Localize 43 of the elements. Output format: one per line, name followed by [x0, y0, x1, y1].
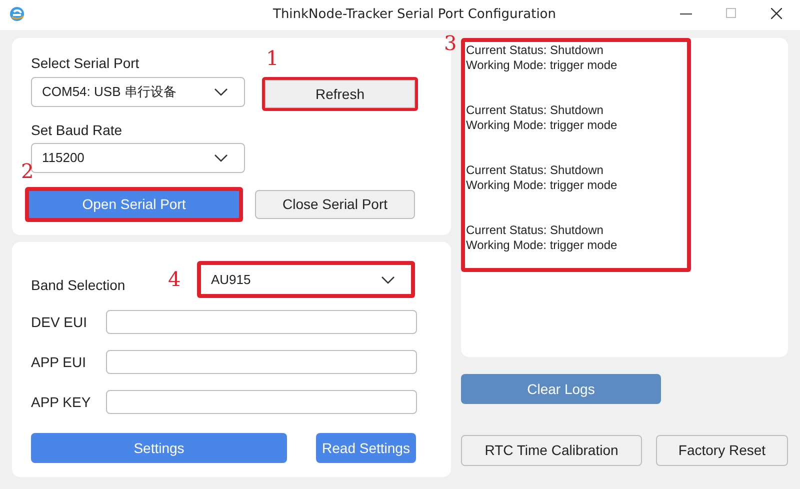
- field-label: APP KEY: [31, 392, 92, 412]
- rtc-time-calibration-button[interactable]: RTC Time Calibration: [461, 435, 642, 466]
- log-line: Current Status: Shutdown: [466, 103, 604, 118]
- chevron-down-icon: [214, 154, 228, 162]
- settings-button[interactable]: Settings: [31, 433, 287, 463]
- clear-logs-button[interactable]: Clear Logs: [461, 374, 661, 404]
- log-line: Working Mode: trigger mode: [466, 178, 618, 193]
- serial-port-dropdown[interactable]: COM54: USB 串行设备: [31, 77, 245, 107]
- log-line: Working Mode: trigger mode: [466, 58, 618, 73]
- input-field[interactable]: [106, 310, 417, 334]
- log-line: Current Status: Shutdown: [466, 223, 604, 238]
- window-title: ThinkNode-Tracker Serial Port Configuration: [273, 6, 556, 24]
- close-icon[interactable]: [771, 8, 782, 19]
- selected-value: COM54: USB 串行设备: [42, 83, 176, 102]
- close-serial-port-button[interactable]: Close Serial Port: [255, 190, 415, 219]
- callout-number: 1: [266, 48, 279, 68]
- open-serial-port-button[interactable]: Open Serial Port: [29, 191, 239, 218]
- callout-number: 2: [21, 161, 34, 181]
- refresh-button[interactable]: Refresh: [265, 80, 415, 108]
- selected-value: 115200: [42, 149, 84, 168]
- maximize-icon[interactable]: [726, 8, 736, 18]
- input-field[interactable]: [106, 390, 417, 414]
- field-label: DEV EUI: [31, 312, 88, 332]
- band-dropdown[interactable]: AU915: [201, 265, 411, 294]
- field-label: Select Serial Port: [31, 54, 140, 73]
- log-line: Current Status: Shutdown: [466, 163, 604, 178]
- minimize-icon[interactable]: [680, 13, 692, 15]
- selected-value: AU915: [211, 270, 251, 289]
- input-field[interactable]: [106, 350, 417, 374]
- chevron-down-icon: [381, 276, 395, 284]
- field-label: Set Baud Rate: [31, 121, 124, 140]
- chevron-down-icon: [214, 88, 228, 96]
- log-line: Working Mode: trigger mode: [466, 238, 618, 253]
- log-line: Working Mode: trigger mode: [466, 118, 618, 133]
- baud-rate-dropdown[interactable]: 115200: [31, 143, 245, 173]
- field-label: Band Selection: [31, 276, 126, 292]
- callout-number: 4: [168, 269, 181, 289]
- app-logo-icon: [9, 6, 25, 22]
- factory-reset-button[interactable]: Factory Reset: [656, 435, 788, 466]
- callout-number: 3: [444, 33, 457, 53]
- read-settings-button[interactable]: Read Settings: [316, 433, 416, 463]
- log-line: Current Status: Shutdown: [466, 43, 604, 58]
- field-label: APP EUI: [31, 352, 87, 372]
